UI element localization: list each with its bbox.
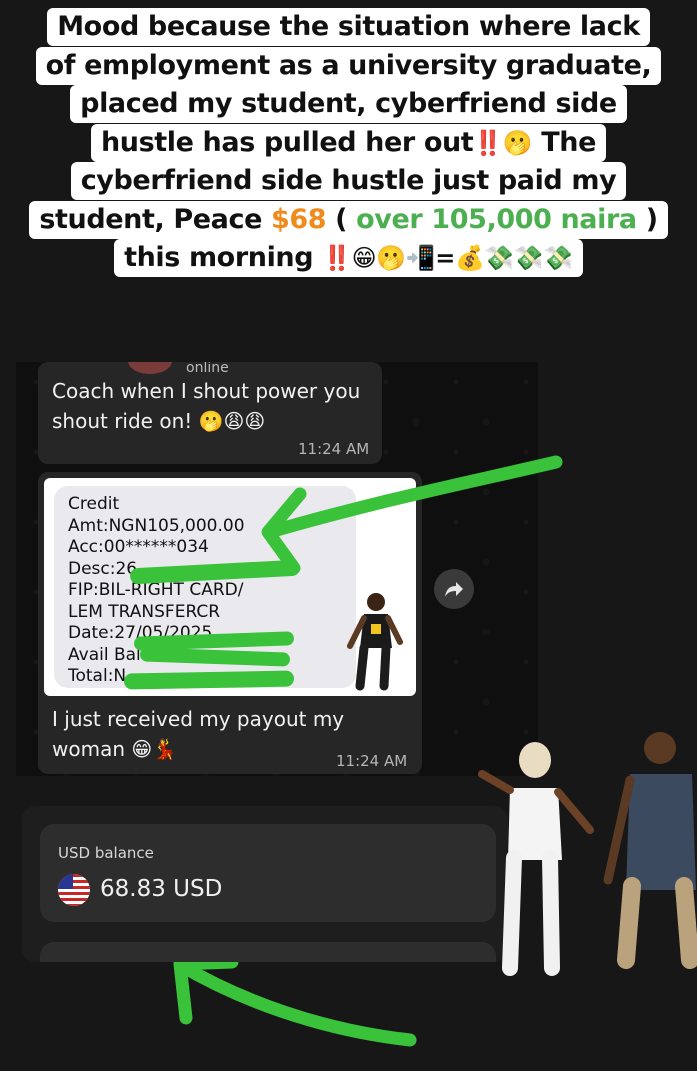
balance-label: USD balance — [58, 844, 154, 862]
balance-amount: 68.83 USD — [100, 876, 223, 902]
next-card[interactable] — [40, 942, 496, 962]
usd-balance-card[interactable]: USD balance 68.83 USD — [40, 824, 496, 922]
dancing-people-sticker — [478, 732, 697, 976]
us-flag-icon — [58, 874, 90, 906]
green-arrow-icon — [263, 455, 563, 539]
balance-panel: USD balance 68.83 USD — [22, 806, 508, 962]
green-arrow-icon — [175, 959, 417, 1047]
